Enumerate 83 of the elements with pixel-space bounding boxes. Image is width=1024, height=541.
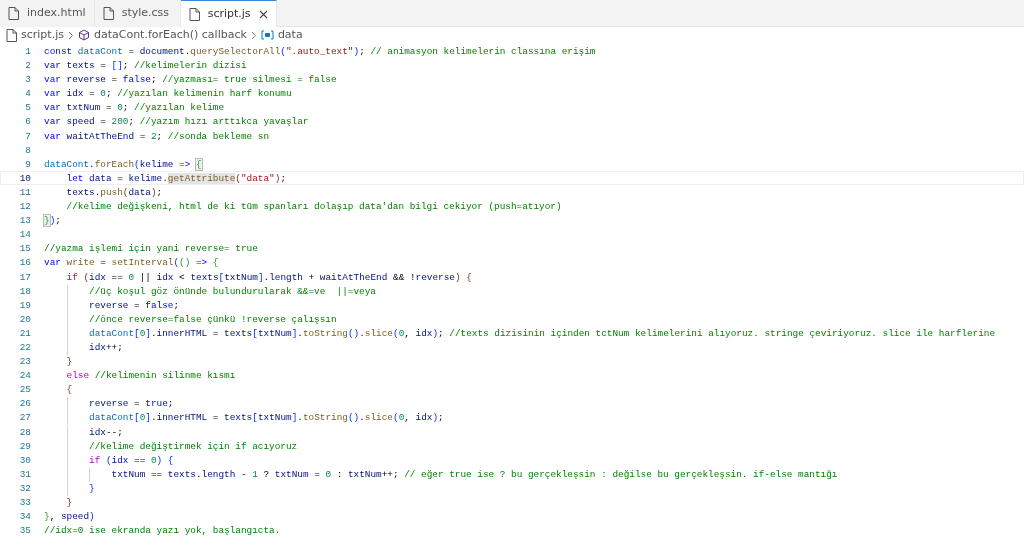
line-number: 11	[18, 185, 32, 199]
line-number: 25	[18, 383, 32, 396]
chevron-icon	[67, 30, 74, 40]
line-number: 2	[24, 59, 32, 72]
line-number: 17	[18, 270, 32, 283]
line-number: 10	[18, 171, 32, 184]
line-number: 14	[18, 228, 32, 241]
code-line: reverse = true;	[89, 397, 174, 410]
line-number: 27	[18, 411, 32, 424]
line-number: 33	[18, 496, 32, 509]
line-number: 7	[24, 129, 32, 142]
code-line: //idx=0 ise ekranda yazı yok, başlangıcta.	[44, 524, 281, 537]
code-line: var write = setInterval(() => {	[44, 256, 219, 269]
line-number: 8	[24, 143, 32, 156]
code-line: }, speed)	[44, 510, 95, 523]
code-line: //önce reverse=false çünkü !reverse çalışsın	[89, 312, 337, 325]
line-number: 15	[18, 242, 32, 255]
code-line: dataCont[0].innerHTML = texts[txtNum].toString().slice(0, idx); //texts dizisinin içinden tctNum kelimelerini alıyoruz. stringe çeviriyoruz. slice ile harflerine	[89, 326, 996, 339]
line-number: 30	[18, 453, 32, 466]
code-line: }	[89, 481, 95, 494]
breadcrumb-item[interactable]: script.js	[21, 26, 64, 44]
file-icon	[8, 7, 19, 20]
line-number: 23	[18, 355, 32, 368]
code-line: var waitAtTheEnd = 2; //sonda bekleme sn	[44, 129, 270, 142]
code-line: //yazma işlemi için yani reverse= true	[44, 242, 258, 255]
code-line: var idx = 0; //yazılan kelimenin harf konumu	[44, 87, 292, 100]
code-line: }	[66, 496, 73, 509]
line-number: 13	[18, 214, 32, 227]
code-line: {	[66, 383, 73, 396]
code-line: idx++;	[89, 340, 123, 354]
code-line: var txtNum = 0; //yazılan kelime	[44, 101, 225, 114]
editor-tab[interactable]: style.css	[94, 0, 181, 27]
line-number: 24	[18, 369, 32, 382]
line-number: 4	[24, 87, 32, 100]
close-icon[interactable]	[258, 9, 268, 19]
file-icon	[102, 7, 114, 20]
file-icon	[188, 7, 200, 21]
cube-icon	[77, 29, 90, 41]
editor-tab[interactable]: index.html	[0, 0, 95, 27]
line-number: 29	[18, 439, 32, 452]
code-line: reverse = false;	[89, 298, 180, 311]
code-line: else //kelimenin silinme kısmı	[66, 369, 236, 382]
line-number: 21	[18, 326, 32, 339]
code-line: });	[44, 214, 61, 227]
line-number: 22	[18, 340, 32, 354]
code-line: //kelime değişkeni, html de ki tüm spanları dolaşıp data'dan bilgi cekiyor (push=atıyor)	[66, 200, 562, 213]
line-number: 32	[18, 481, 32, 494]
line-number: 19	[18, 298, 32, 311]
line-number: 35	[18, 524, 32, 537]
file-icon	[6, 28, 17, 42]
breadcrumb-item[interactable]: dataCont.forEach() callback	[93, 26, 247, 44]
line-number: 6	[24, 115, 32, 128]
line-number: 18	[18, 284, 32, 297]
line-number: 28	[18, 425, 32, 438]
code-line: dataCont[0].innerHTML = texts[txtNum].toString().slice(0, idx);	[89, 411, 444, 424]
code-line: if (idx == 0 || idx < texts[txtNum].length + waitAtTheEnd && !reverse) {	[66, 270, 472, 283]
line-number: 34	[18, 510, 32, 523]
variable-icon	[260, 30, 274, 40]
line-number: 12	[18, 200, 32, 213]
code-line: var speed = 200; //yazım hızı arttıkca yavaşlar	[44, 115, 309, 128]
chevron-icon	[250, 30, 257, 40]
code-line: if (idx == 0) {	[89, 453, 174, 466]
code-line: txtNum == texts.length - 1 ? txtNum = 0 : txtNum++; // eğer true ise ? bu gerçekleşsin : değilse bu gerçekleşsin. if-else mantığı	[111, 467, 838, 480]
code-line: let data = kelime.getAttribute("data");	[66, 171, 287, 184]
code-line: var texts = []; //kelimelerin dizisi	[44, 59, 247, 72]
line-number: 1	[24, 45, 32, 58]
editor-tab[interactable]: script.js	[180, 0, 277, 27]
code-line: //üç koşul göz önünde bulundurularak &&=ve ||=veya	[89, 284, 376, 297]
code-line: texts.push(data);	[66, 185, 163, 199]
code-line: dataCont.forEach(kelime => {	[44, 157, 202, 170]
line-number: 20	[18, 312, 32, 325]
line-number: 16	[18, 256, 32, 269]
line-number: 26	[18, 397, 32, 410]
breadcrumb-item[interactable]: data	[277, 26, 303, 44]
line-number: 31	[18, 467, 32, 480]
code-line: idx--;	[89, 425, 123, 438]
code-line: const dataCont = document.querySelectorAll(".auto_text"); // animasyon kelimelerin classına erişim	[44, 45, 596, 58]
line-number: 9	[24, 157, 32, 170]
line-number: 5	[24, 101, 32, 114]
code-line: }	[66, 355, 73, 368]
code-line: //kelime değiştirmek için if acıyoruz	[89, 439, 298, 452]
line-number: 3	[24, 73, 32, 86]
code-line: var reverse = false; //yazması= true silmesi = false	[44, 73, 337, 86]
